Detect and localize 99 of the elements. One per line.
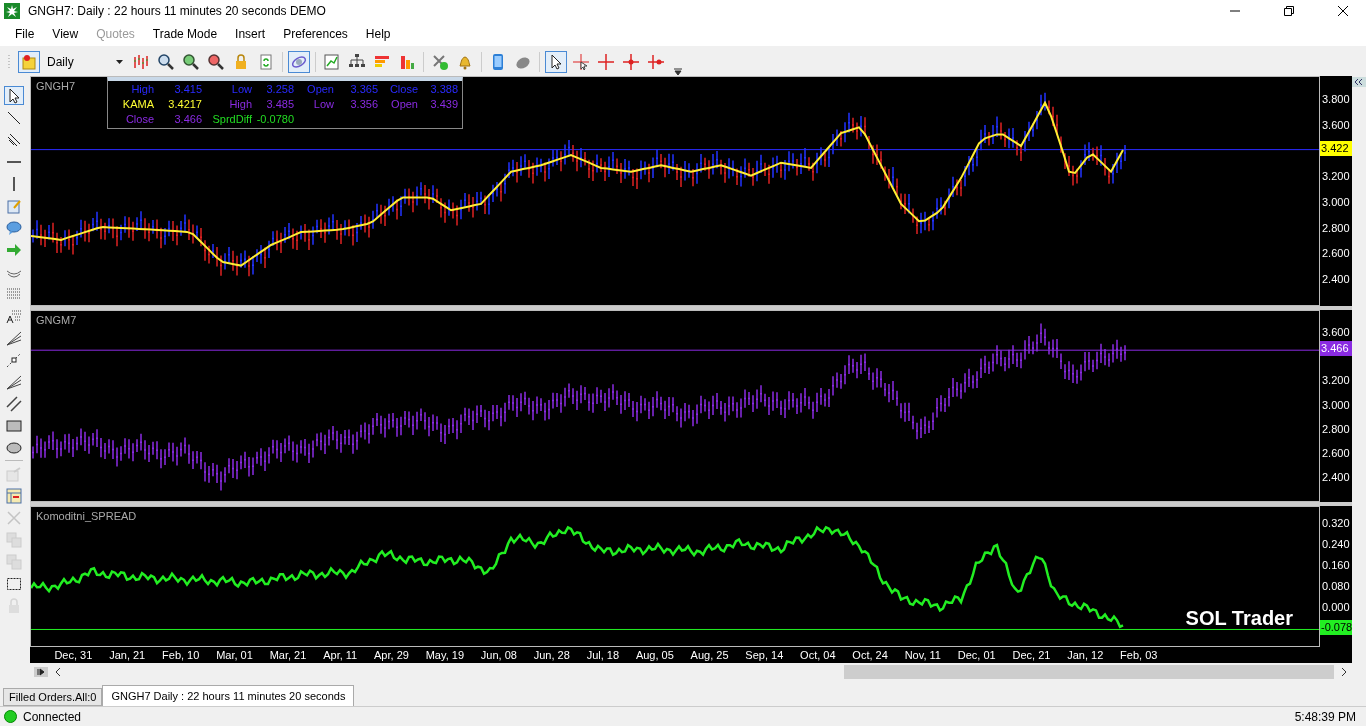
axis-tick-label: 0.320 <box>1322 516 1350 531</box>
legend-value: 3.258 <box>266 82 294 97</box>
legend-value: 3.415 <box>174 82 202 97</box>
date-label: Aug, 05 <box>635 648 674 663</box>
window-title: GNGH7: Daily : 22 hours 11 minutes 20 seconds DEMO <box>28 4 326 18</box>
date-label: Jan, 12 <box>1067 648 1104 663</box>
expand-icon[interactable] <box>34 666 48 677</box>
pointer-tool-icon[interactable] <box>4 86 24 105</box>
scroll-right-icon[interactable] <box>1340 666 1348 677</box>
axis-tick-label: 3.000 <box>1322 194 1350 210</box>
tab[interactable]: GNGH7 Daily : 22 hours 11 minutes 20 seconds <box>102 685 355 706</box>
axis-tick-label: 2.600 <box>1322 246 1350 262</box>
date-label: Feb, 10 <box>162 648 200 663</box>
axis-tick-label: 0.080 <box>1322 579 1350 594</box>
axis-tick-label: 2.400 <box>1322 470 1350 485</box>
table-tool-icon[interactable] <box>4 486 24 505</box>
scrollbar-thumb[interactable] <box>844 664 1334 679</box>
date-label: Apr, 29 <box>374 648 409 663</box>
legend-label: Low <box>313 97 334 112</box>
legend-label: High <box>229 97 252 112</box>
date-label: Apr, 11 <box>323 648 358 663</box>
date-label: Dec, 01 <box>957 648 996 663</box>
date-label: Nov, 11 <box>904 648 941 663</box>
legend-value: 3.356 <box>350 97 378 112</box>
app-icon <box>4 3 20 19</box>
legend-value: -0.0780 <box>256 112 294 127</box>
axis-tick-label: 3.600 <box>1322 117 1350 133</box>
tab[interactable]: Filled Orders.All:0 <box>3 688 103 706</box>
toolbar-overflow-icon[interactable] <box>674 66 682 76</box>
date-label: May, 19 <box>425 648 464 663</box>
panel-title: GNGM7 <box>36 314 77 326</box>
clock-time: 5:48:39 PM <box>1294 709 1356 724</box>
legend-value: 3.4217 <box>168 97 202 112</box>
date-label: Oct, 24 <box>852 648 888 663</box>
cross-pointer-icon[interactable] <box>570 51 592 73</box>
legend-value: 3.466 <box>174 112 202 127</box>
legend-label: KAMA <box>122 97 154 112</box>
orbit-icon[interactable] <box>288 51 310 73</box>
axis-tick-label: 3.200 <box>1322 373 1350 389</box>
date-label: Aug, 25 <box>690 648 729 663</box>
legend-label: SprdDiff <box>212 112 252 127</box>
last-price-label: 3.466 <box>1320 341 1352 357</box>
axis-tick-label: 3.000 <box>1322 397 1350 413</box>
legend-value: 3.485 <box>266 97 294 112</box>
menu-item[interactable]: File <box>6 27 44 41</box>
date-label: Sep, 14 <box>745 648 784 663</box>
axis-tick-label: 3.600 <box>1322 325 1350 340</box>
menu-item[interactable]: Insert <box>226 27 275 41</box>
date-label: Jun, 08 <box>480 648 517 663</box>
close-icon[interactable] <box>1338 6 1348 16</box>
connection-status: Connected <box>23 709 82 724</box>
date-label: Jun, 28 <box>533 648 570 663</box>
axis-tick-label: 0.240 <box>1322 537 1350 552</box>
bubble-tool-icon[interactable] <box>4 218 24 237</box>
menu-item[interactable]: View <box>43 27 88 41</box>
date-label: Mar, 21 <box>269 648 307 663</box>
scroll-left-icon[interactable] <box>54 666 62 677</box>
axis-tick-label: 3.800 <box>1322 92 1350 107</box>
panel-title: GNGH7 <box>36 80 76 92</box>
legend-value: 3.365 <box>350 82 378 97</box>
cross-icon[interactable] <box>595 51 617 73</box>
axis-tick-label: 3.200 <box>1322 169 1350 185</box>
collapse-icon[interactable] <box>1352 77 1366 87</box>
date-label: Feb, 03 <box>1120 648 1158 663</box>
legend-label: Low <box>231 82 252 97</box>
legend-label: High <box>131 82 154 97</box>
panel-title: Komoditni_SPREAD <box>36 510 137 522</box>
restore-icon[interactable] <box>1284 6 1294 16</box>
legend-label: Close <box>389 82 418 97</box>
timeframe-dropdown[interactable]: Daily <box>43 52 127 72</box>
pointer-icon[interactable] <box>545 51 567 73</box>
axis-tick-label: 2.400 <box>1322 272 1350 287</box>
watermark-caption: SOL Trader <box>1185 607 1293 630</box>
axis-tick-label: 0.160 <box>1322 558 1350 573</box>
parallel-tool-icon[interactable] <box>4 394 24 413</box>
axis-tick-label: 2.800 <box>1322 421 1350 437</box>
caret-icon[interactable] <box>116 60 123 64</box>
date-label: Dec, 21 <box>1012 648 1051 663</box>
date-label: Oct, 04 <box>800 648 836 663</box>
menu-item[interactable]: Help <box>356 27 400 41</box>
cross-dot-icon[interactable] <box>620 51 642 73</box>
legend-label: Close <box>125 112 154 127</box>
axis-tick-label: 2.800 <box>1322 220 1350 236</box>
menu-item[interactable]: Trade Mode <box>143 27 227 41</box>
date-label: Jul, 18 <box>586 648 620 663</box>
legend-value: 3.439 <box>430 97 458 112</box>
last-price-label: 3.422 <box>1320 140 1352 156</box>
axis-tick-label: 2.600 <box>1322 445 1350 461</box>
menu-item[interactable]: Preferences <box>274 27 357 41</box>
legend-label: Open <box>391 97 418 112</box>
axis-tick-label: 0.000 <box>1322 600 1350 615</box>
grip-icon <box>8 54 11 70</box>
legend-label: Open <box>307 82 334 97</box>
legend-value: 3.388 <box>430 82 458 97</box>
note-pin-icon[interactable] <box>18 51 40 73</box>
last-price-label: -0.078 <box>1320 620 1352 636</box>
date-label: Jan, 21 <box>109 648 146 663</box>
date-label: Mar, 01 <box>216 648 253 663</box>
date-label: Dec, 31 <box>54 648 93 663</box>
